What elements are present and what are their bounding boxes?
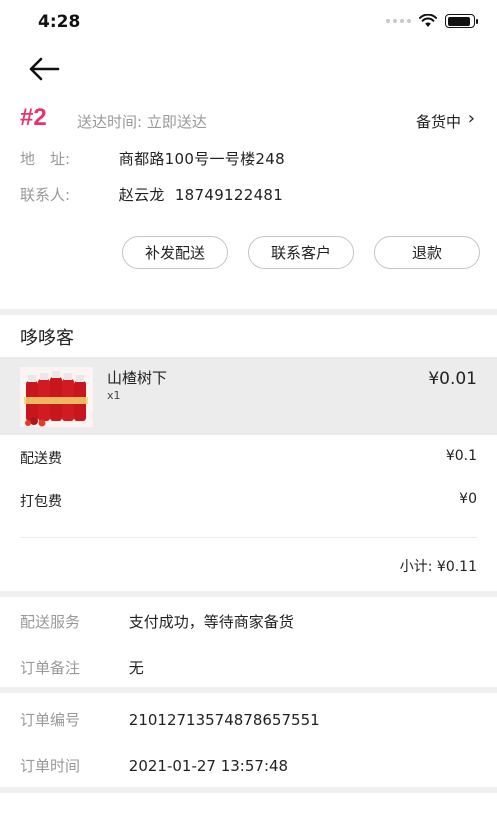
order-time-value: 2021-01-27 13:57:48 <box>128 757 289 775</box>
address-value: 商都路100号一号楼248 <box>118 150 285 168</box>
product-bottles-image <box>20 367 93 427</box>
address-label: 地 址: <box>20 150 71 168</box>
packing-fee-label: 打包费 <box>20 494 62 510</box>
packing-fee-row: 打包费 ¥0 <box>20 491 477 511</box>
list-item[interactable]: 山楂树下 x1 ¥0.01 <box>0 357 497 435</box>
delivery-fee-label: 配送费 <box>20 451 62 467</box>
order-number: #2 <box>20 104 47 131</box>
order-number-value: 21012713574878657551 <box>128 711 320 729</box>
delivery-time: 送达时间: 立即送达 <box>77 113 207 131</box>
order-time-row: 订单时间 2021-01-27 13:57:48 <box>20 755 288 776</box>
section-divider <box>0 687 497 693</box>
back-button[interactable] <box>26 54 62 84</box>
action-buttons: 补发配送 联系客户 退款 <box>0 236 497 270</box>
packing-fee-value: ¥0 <box>459 491 477 507</box>
delivery-service-value: 支付成功，等待商家备货 <box>128 613 294 631</box>
section-divider <box>0 787 497 793</box>
contact-customer-button[interactable]: 联系客户 <box>248 236 354 269</box>
delivery-fee-row: 配送费 ¥0.1 <box>20 448 477 468</box>
order-time-label: 订单时间 <box>20 757 81 775</box>
order-remark-value: 无 <box>128 659 144 677</box>
contact-value: 赵云龙 18749122481 <box>118 186 284 204</box>
resend-delivery-button[interactable]: 补发配送 <box>122 236 228 269</box>
order-remark-label: 订单备注 <box>20 659 81 677</box>
subtotal: 小计: ¥0.11 <box>399 559 477 575</box>
delivery-service-label: 配送服务 <box>20 613 81 631</box>
product-price: ¥0.01 <box>428 369 477 389</box>
arrow-left-icon <box>29 57 60 81</box>
shop-name: 哆哆客 <box>20 328 74 349</box>
battery-fill <box>447 16 470 26</box>
order-number-label: 订单编号 <box>20 711 81 729</box>
status-bar: 4:28 <box>0 0 497 46</box>
chevron-right-icon[interactable]: › <box>468 108 475 129</box>
product-quantity: x1 <box>107 389 121 402</box>
order-number-row: 订单编号 21012713574878657551 <box>20 709 320 730</box>
product-name: 山楂树下 <box>107 369 168 387</box>
status-icons <box>386 14 478 28</box>
order-header: #2 送达时间: 立即送达 备货中 › 地 址: 商都路100号一号楼248 联… <box>0 100 497 310</box>
status-time: 4:28 <box>38 12 81 32</box>
order-status-link[interactable]: 备货中 <box>416 111 461 132</box>
wifi-icon <box>419 14 437 27</box>
delivery-service-row: 配送服务 支付成功，等待商家备货 <box>20 611 294 632</box>
address-row: 地 址: 商都路100号一号楼248 <box>20 148 285 169</box>
product-image <box>20 367 93 427</box>
refund-button[interactable]: 退款 <box>374 236 480 269</box>
nav-bar <box>0 46 497 96</box>
contact-label: 联系人: <box>20 186 71 204</box>
contact-row: 联系人: 赵云龙 18749122481 <box>20 184 283 205</box>
section-divider <box>0 591 497 597</box>
signal-icon <box>386 19 411 23</box>
section-divider <box>0 309 497 315</box>
delivery-fee-value: ¥0.1 <box>445 448 477 464</box>
divider-line <box>20 537 477 538</box>
order-remark-row: 订单备注 无 <box>20 657 144 678</box>
battery-icon <box>445 14 478 28</box>
